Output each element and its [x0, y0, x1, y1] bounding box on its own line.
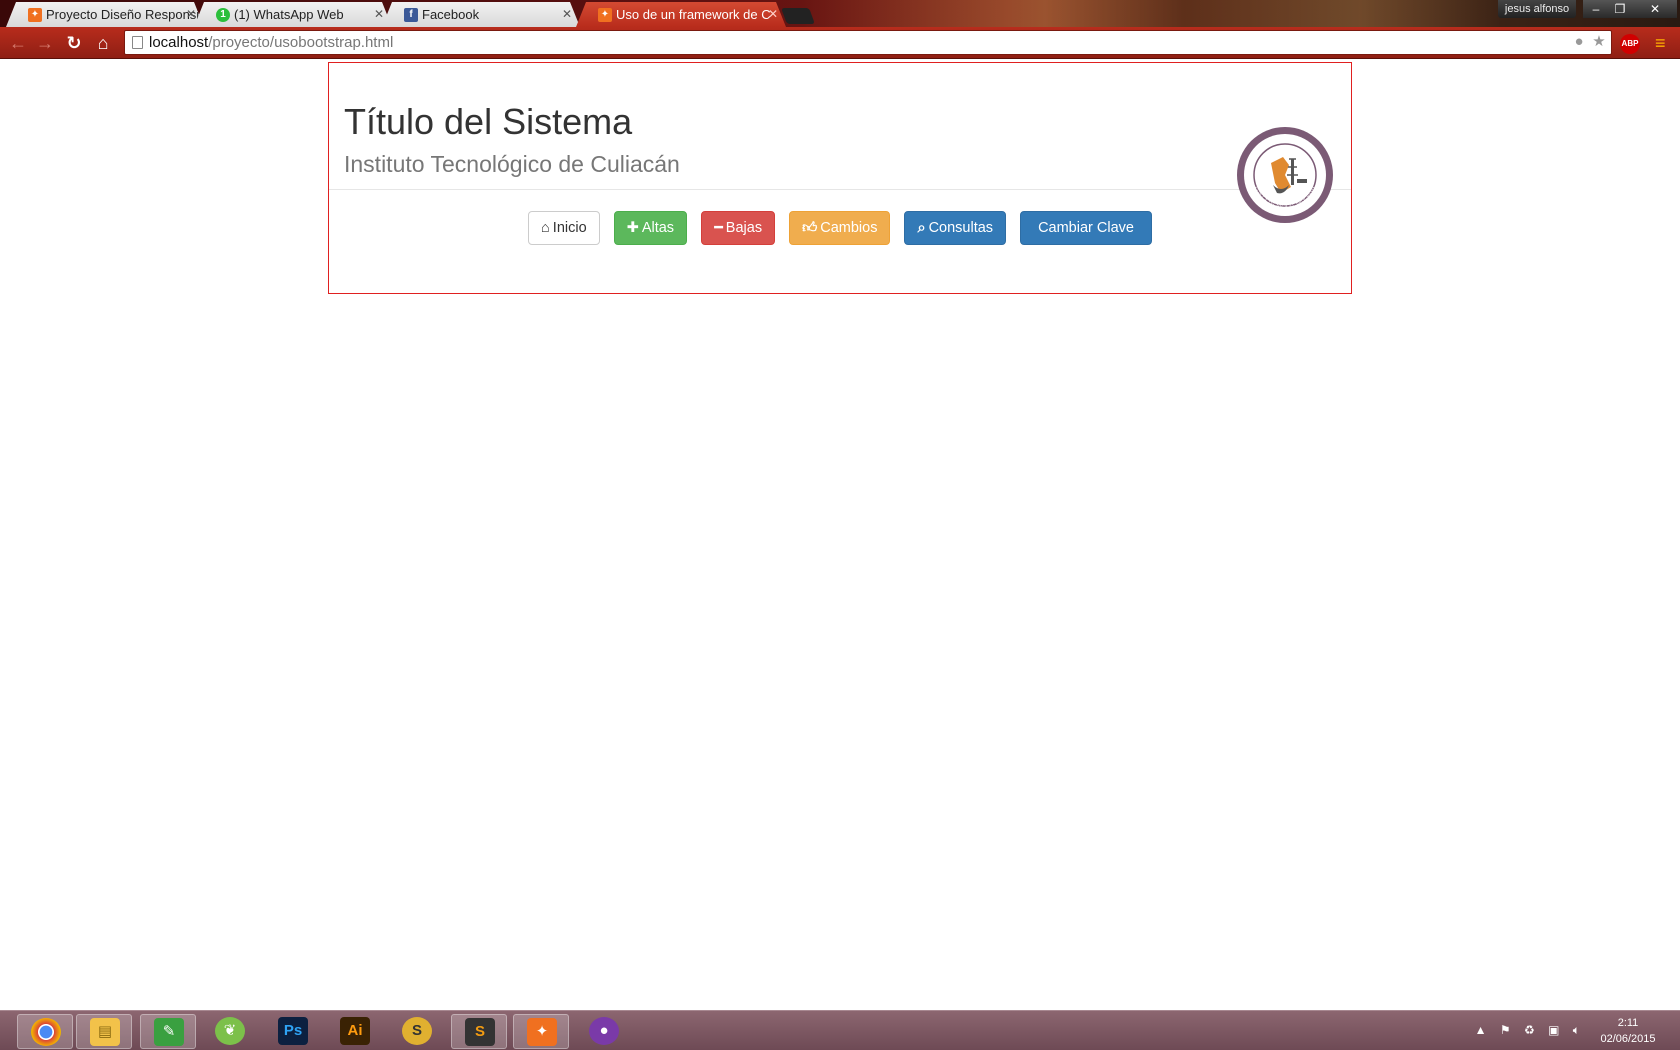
page-header: Título del Sistema Instituto Tecnológico…: [329, 63, 1351, 190]
bajas-label: Bajas: [725, 220, 763, 236]
facebook-icon: f: [404, 8, 418, 22]
inicio-button[interactable]: ⌂ Inicio: [528, 211, 600, 245]
system-tray: ▲ ⚑ ♻ ▣ 🔈︎: [1465, 1023, 1580, 1038]
tab-whatsapp[interactable]: 1 (1) WhatsApp Web ✕: [194, 2, 392, 27]
new-tab-button[interactable]: [781, 8, 815, 24]
forward-arrow-icon[interactable]: →: [33, 31, 57, 55]
altas-label: Altas: [641, 220, 675, 236]
tab-facebook[interactable]: f Facebook ✕: [382, 2, 580, 27]
xampp-icon: ✦: [527, 1018, 557, 1046]
whatsapp-icon: 1: [216, 8, 230, 22]
theme-artwork: [800, 0, 1500, 27]
taskbar-corel-draw[interactable]: ✎: [140, 1014, 196, 1049]
close-icon[interactable]: ✕: [374, 2, 384, 27]
back-arrow-icon[interactable]: ←: [6, 31, 30, 55]
plus-icon: ✚: [626, 220, 639, 236]
cambios-button[interactable]: 👍︎ Cambios: [789, 211, 891, 245]
close-window-icon[interactable]: ✕: [1633, 0, 1677, 18]
xampp-icon: ✦: [28, 8, 42, 22]
tab-uso-framework[interactable]: ✦ Uso de un framework de C ✕: [576, 2, 786, 27]
address-bar[interactable]: localhost/proyecto/usobootstrap.html ● ★: [124, 30, 1612, 55]
cambiar-clave-label: Cambiar Clave: [1038, 220, 1134, 236]
profile-user-badge[interactable]: jesus alfonso: [1498, 0, 1576, 18]
search-icon: ⌕: [917, 220, 926, 236]
institute-logo: INSTITUTO TECNOLÓGICO DE CULIACÁN CON LA…: [1235, 125, 1333, 223]
tab-title: (1) WhatsApp Web: [234, 7, 344, 22]
browser-toolbar: ← → ↻ ⌂ localhost/proyecto/usobootstrap.…: [0, 27, 1680, 59]
url-host: localhost: [149, 34, 209, 51]
url-path: /proyecto/usobootstrap.html: [208, 34, 394, 51]
star-bookmark-icon[interactable]: ★: [1591, 34, 1607, 50]
taskbar-file-explorer[interactable]: ▤: [76, 1014, 132, 1049]
taskbar-corel-photo[interactable]: ❦: [202, 1014, 258, 1049]
adblock-plus-icon[interactable]: ABP: [1620, 34, 1640, 54]
cambiar-clave-button[interactable]: Cambiar Clave: [1020, 211, 1152, 245]
network-icon[interactable]: ▣: [1548, 1023, 1559, 1037]
illustrator-icon: Ai: [340, 1017, 370, 1045]
taskbar-xampp[interactable]: ✦: [513, 1014, 569, 1049]
tab-proyecto[interactable]: ✦ Proyecto Diseño Responsi ✕: [6, 2, 204, 27]
close-icon[interactable]: ✕: [768, 2, 778, 27]
sync-icon[interactable]: ♻: [1524, 1023, 1535, 1037]
windows-taskbar: ▤ ✎ ❦ Ps Ai S S ✦ ● ▲ ⚑ ♻ ▣ 🔈︎ 2:11 02/0…: [0, 1010, 1680, 1050]
page-container: Título del Sistema Instituto Tecnológico…: [328, 62, 1352, 294]
tab-title: Facebook: [422, 7, 480, 22]
page-subtitle: Instituto Tecnológico de Culiacán: [344, 151, 680, 177]
action-button-group: ⌂ Inicio ✚ Altas ━ Bajas 👍︎ Cambios ⌕ Consult…: [329, 211, 1351, 245]
url-text[interactable]: localhost/proyecto/usobootstrap.html: [149, 31, 393, 54]
system-clock[interactable]: 2:11 02/06/2015: [1588, 1015, 1668, 1047]
taskbar-photoshop[interactable]: Ps: [265, 1014, 321, 1049]
action-center-flag-icon[interactable]: ⚑: [1500, 1023, 1511, 1037]
altas-button[interactable]: ✚ Altas: [613, 211, 688, 245]
taskbar-sublime-app[interactable]: S: [389, 1014, 445, 1049]
cambios-label: Cambios: [820, 220, 878, 236]
home-icon: ⌂: [541, 220, 550, 236]
sublime-text-icon: S: [465, 1018, 495, 1046]
corel-photo-icon: ❦: [215, 1017, 245, 1045]
corel-draw-icon: ✎: [154, 1018, 184, 1046]
taskbar-github[interactable]: ●: [576, 1014, 632, 1049]
taskbar-sublime-text[interactable]: S: [451, 1014, 507, 1049]
close-icon[interactable]: ✕: [186, 2, 196, 27]
consultas-button[interactable]: ⌕ Consultas: [904, 211, 1007, 245]
photoshop-icon: Ps: [278, 1017, 308, 1045]
page-icon: [132, 36, 143, 49]
close-icon[interactable]: ✕: [562, 2, 572, 27]
lightbulb-icon[interactable]: ●: [1571, 34, 1587, 50]
sublime-app-icon: S: [402, 1017, 432, 1045]
chrome-icon: [31, 1018, 61, 1046]
inicio-label: Inicio: [552, 220, 587, 236]
minimize-icon[interactable]: –: [1583, 0, 1609, 18]
page-title: Título del Sistema: [344, 101, 633, 142]
clock-date: 02/06/2015: [1600, 1033, 1656, 1045]
minus-icon: ━: [714, 220, 723, 236]
tab-title: Proyecto Diseño Responsi: [46, 7, 200, 22]
consultas-label: Consultas: [928, 220, 994, 236]
volume-icon[interactable]: 🔈︎: [1573, 1023, 1580, 1037]
reload-icon[interactable]: ↻: [62, 31, 86, 55]
menu-hamburger-icon[interactable]: ≡: [1655, 34, 1673, 52]
browser-titlebar: ✦ Proyecto Diseño Responsi ✕ 1 (1) Whats…: [0, 0, 1680, 27]
restore-icon[interactable]: ❐: [1607, 0, 1633, 18]
clock-time: 2:11: [1617, 1017, 1639, 1029]
show-hidden-icons-icon[interactable]: ▲: [1475, 1023, 1487, 1037]
home-icon[interactable]: ⌂: [91, 31, 115, 55]
taskbar-illustrator[interactable]: Ai: [327, 1014, 383, 1049]
taskbar-chrome[interactable]: [17, 1014, 73, 1049]
bajas-button[interactable]: ━ Bajas: [701, 211, 776, 245]
thumbs-up-icon: 👍︎: [802, 220, 818, 236]
file-explorer-icon: ▤: [90, 1018, 120, 1046]
github-icon: ●: [589, 1017, 619, 1045]
tab-title: Uso de un framework de C: [616, 7, 771, 22]
xampp-icon: ✦: [598, 8, 612, 22]
